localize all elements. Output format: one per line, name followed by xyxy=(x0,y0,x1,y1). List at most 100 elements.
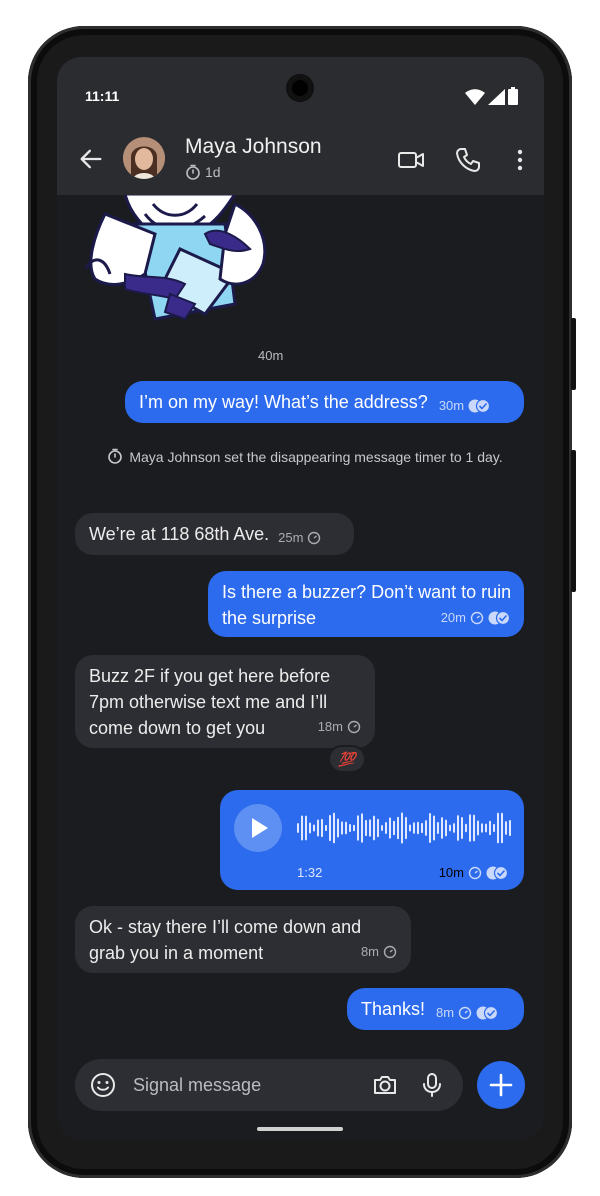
waveform-bar xyxy=(477,820,479,836)
waveform-bar xyxy=(345,821,347,835)
timer-icon xyxy=(186,164,200,180)
timer-icon xyxy=(458,1006,472,1020)
waveform-bar xyxy=(409,824,411,832)
waveform-bar xyxy=(333,812,335,844)
read-receipt-icon xyxy=(488,611,510,625)
waveform-bar xyxy=(317,819,319,837)
waveform-bar xyxy=(413,822,415,834)
volume-button xyxy=(571,450,576,592)
voice-message-bubble[interactable]: 1:32 10m xyxy=(220,790,524,890)
sticker-time: 40m xyxy=(258,348,284,363)
system-message-text: Maya Johnson set the disappearing messag… xyxy=(129,449,503,465)
waveform-bar xyxy=(449,824,451,832)
home-indicator[interactable] xyxy=(257,1127,343,1131)
waveform-bar xyxy=(485,823,487,833)
conversation-header: Maya Johnson 1d xyxy=(57,135,544,195)
message-bubble-outgoing[interactable]: I’m on my way! What’s the address? 30m xyxy=(125,381,524,423)
waveform-bar xyxy=(505,821,507,835)
waveform-bar xyxy=(313,824,315,832)
message-text: Ok - stay there I’ll come down and grab … xyxy=(89,917,362,963)
waveform-bar xyxy=(337,818,339,838)
waveform-bar xyxy=(417,821,419,835)
waveform-bar xyxy=(361,813,363,843)
status-bar: 11:11 xyxy=(57,57,544,137)
message-composer xyxy=(75,1059,463,1111)
plus-icon xyxy=(489,1073,513,1097)
waveform-bar xyxy=(393,820,395,836)
message-time: 8m xyxy=(360,944,379,959)
waveform-bar xyxy=(321,818,323,838)
waveform-bar xyxy=(509,819,511,837)
front-camera xyxy=(286,74,314,102)
message-meta: 30m xyxy=(438,393,491,419)
message-meta: 18m xyxy=(318,714,361,740)
waveform-bar xyxy=(309,822,311,834)
read-receipt-icon xyxy=(486,865,508,880)
system-message: Maya Johnson set the disappearing messag… xyxy=(105,446,505,468)
waveform-bar xyxy=(301,815,303,841)
avatar-photo xyxy=(123,137,165,179)
message-bubble-incoming[interactable]: We’re at 118 68th Ave. 25m xyxy=(75,513,354,555)
signal-icon xyxy=(488,89,505,105)
waveform-bar xyxy=(497,812,499,844)
waveform-bar xyxy=(377,818,379,838)
timer-icon xyxy=(308,531,321,545)
reaction-badge[interactable]: 💯 xyxy=(328,745,366,773)
waveform[interactable] xyxy=(295,810,515,846)
waveform-bar xyxy=(389,817,391,839)
read-receipt-icon xyxy=(476,1006,499,1020)
message-bubble-outgoing[interactable]: Is there a buzzer? Don’t want to ruin th… xyxy=(208,571,524,637)
contact-avatar[interactable] xyxy=(123,137,165,179)
camera-icon[interactable] xyxy=(371,1071,399,1099)
waveform-bar xyxy=(305,815,307,841)
phone-call-icon[interactable] xyxy=(453,145,483,175)
waveform-bar xyxy=(385,822,387,834)
status-time: 11:11 xyxy=(85,88,120,104)
emoji-icon[interactable] xyxy=(89,1071,117,1099)
waveform-bar xyxy=(453,823,455,833)
power-button xyxy=(571,318,576,390)
message-bubble-outgoing[interactable]: Thanks! 8m xyxy=(347,988,524,1030)
battery-icon xyxy=(508,87,518,105)
waveform-bar xyxy=(481,823,483,833)
message-time: 25m xyxy=(278,530,304,545)
wifi-icon xyxy=(465,89,485,105)
screen: 11:11 Maya Johnson 1d 40m I’m on my way!… xyxy=(57,57,544,1140)
contact-name[interactable]: Maya Johnson xyxy=(185,135,322,159)
attach-button[interactable] xyxy=(477,1061,525,1109)
message-bubble-incoming[interactable]: Buzz 2F if you get here before 7pm other… xyxy=(75,655,375,748)
message-meta: 25m xyxy=(278,525,321,551)
message-input[interactable] xyxy=(133,1073,363,1097)
back-arrow-icon[interactable] xyxy=(77,145,105,173)
waveform-bar xyxy=(437,821,439,835)
waveform-bar xyxy=(369,819,371,837)
message-text: I’m on my way! What’s the address? xyxy=(139,392,428,412)
waveform-bar xyxy=(325,824,327,832)
more-options-icon[interactable] xyxy=(505,145,535,175)
video-call-icon[interactable] xyxy=(396,145,426,175)
timer-label: 1d xyxy=(205,164,221,180)
waveform-bar xyxy=(421,822,423,834)
waveform-bar xyxy=(441,817,443,839)
play-icon xyxy=(252,818,268,838)
message-time: 30m xyxy=(438,398,465,413)
timer-icon xyxy=(347,720,361,734)
message-meta: 8m xyxy=(361,939,397,965)
waveform-bar xyxy=(397,816,399,840)
message-bubble-incoming[interactable]: Ok - stay there I’ll come down and grab … xyxy=(75,906,411,973)
timer-icon xyxy=(468,866,482,879)
waveform-bar xyxy=(341,821,343,835)
waveform-bar xyxy=(401,812,403,844)
microphone-icon[interactable] xyxy=(418,1071,446,1099)
waveform-bar xyxy=(501,812,503,844)
sticker-image xyxy=(85,194,267,321)
play-button[interactable] xyxy=(234,804,282,852)
waveform-bar xyxy=(425,820,427,836)
message-time: 10m xyxy=(438,865,464,880)
message-meta: 10m xyxy=(439,865,508,880)
waveform-bar xyxy=(461,816,463,840)
message-time: 8m xyxy=(436,1005,455,1020)
message-meta: 8m xyxy=(436,1000,499,1026)
waveform-bar xyxy=(445,819,447,837)
waveform-bar xyxy=(349,824,351,832)
